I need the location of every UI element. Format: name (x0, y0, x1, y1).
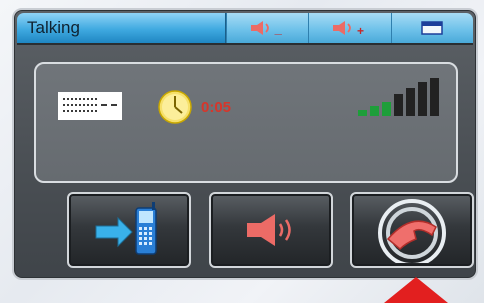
transfer-to-phone-icon (95, 202, 157, 255)
minimize-button[interactable] (390, 13, 473, 43)
call-panel: Talking _ + 0:05 (12, 8, 478, 280)
window-bar-icon (421, 21, 444, 35)
call-display: 0:05 (34, 62, 458, 183)
volume-down-label: _ (274, 21, 282, 36)
hang-up-button[interactable] (350, 192, 474, 268)
speaker-button[interactable] (209, 192, 333, 268)
speaker-icon (247, 214, 291, 246)
caller-id-icon (58, 92, 122, 120)
clock-icon (158, 90, 192, 124)
title-bar: Talking _ + (17, 13, 473, 45)
call-timer: 0:05 (201, 99, 232, 116)
volume-up-button[interactable]: + (308, 13, 391, 43)
volume-down-button[interactable]: _ (226, 13, 309, 43)
signal-strength-icon (358, 78, 439, 116)
arrow-up-pointer (384, 277, 448, 303)
speaker-minus-icon: _ (248, 17, 288, 39)
volume-up-label: + (356, 24, 364, 38)
hang-up-icon (378, 199, 446, 263)
speaker-plus-icon: + (330, 17, 370, 39)
call-status-title: Talking (17, 13, 226, 43)
transfer-call-button[interactable] (67, 192, 191, 268)
